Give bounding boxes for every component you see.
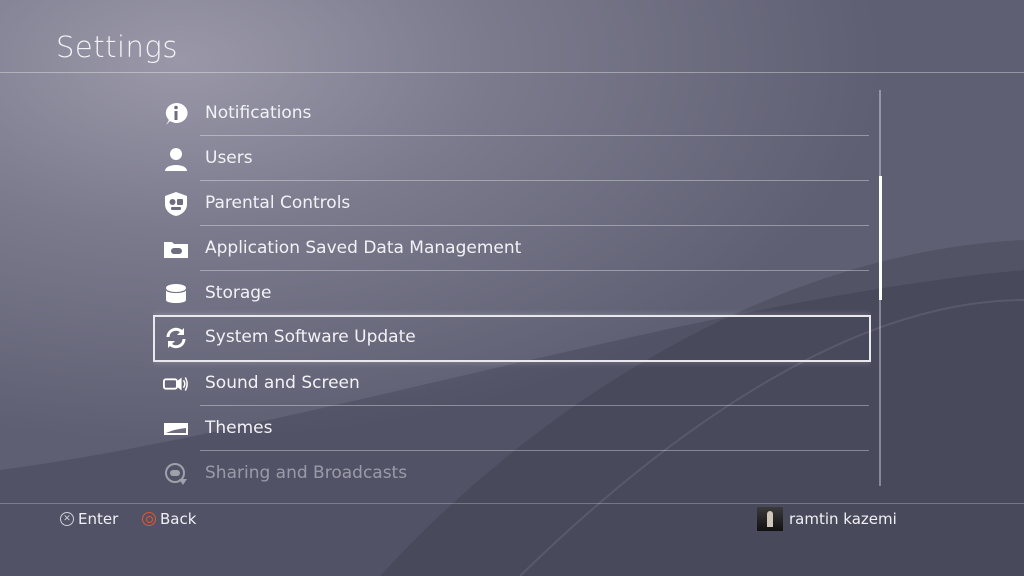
sound-screen-icon — [163, 371, 189, 397]
menu-item-saved-data[interactable]: Application Saved Data Management — [153, 226, 871, 271]
circle-button-icon — [142, 512, 156, 526]
menu-item-storage[interactable]: Storage — [153, 271, 871, 316]
back-label: Back — [160, 510, 197, 528]
back-button-hint[interactable]: Back — [142, 510, 196, 528]
enter-label: Enter — [78, 510, 119, 528]
avatar — [757, 507, 783, 531]
storage-cylinder-icon — [163, 281, 189, 307]
menu-item-sound-and-screen[interactable]: Sound and Screen — [153, 361, 871, 406]
scrollbar-thumb[interactable] — [879, 176, 882, 300]
footer-divider — [0, 503, 1024, 504]
menu-item-label: Application Saved Data Management — [205, 238, 522, 258]
sharing-icon — [163, 461, 189, 486]
info-bubble-icon — [163, 101, 189, 127]
menu-item-parental-controls[interactable]: Parental Controls — [153, 181, 871, 226]
user-icon — [163, 146, 189, 172]
saved-data-folder-icon — [163, 236, 189, 262]
menu-item-label: Sound and Screen — [205, 373, 360, 393]
menu-item-label: System Software Update — [205, 327, 416, 347]
menu-item-label: Sharing and Broadcasts — [205, 463, 408, 483]
header-divider — [0, 72, 1024, 73]
menu-item-label: Storage — [205, 283, 272, 303]
themes-icon — [163, 416, 189, 442]
parental-shield-icon — [163, 191, 189, 217]
menu-item-themes[interactable]: Themes — [153, 406, 871, 451]
menu-item-system-software-update[interactable]: System Software Update — [153, 315, 871, 362]
user-profile[interactable]: ramtin kazemi — [757, 507, 897, 531]
settings-menu: Notifications Users Parental Controls Ap… — [153, 91, 871, 486]
menu-item-label: Themes — [205, 418, 273, 438]
menu-item-sharing-and-broadcasts[interactable]: Sharing and Broadcasts — [153, 451, 871, 486]
menu-item-label: Parental Controls — [205, 193, 351, 213]
menu-item-label: Users — [205, 148, 253, 168]
enter-button-hint[interactable]: ✕ Enter — [60, 510, 118, 528]
menu-item-users[interactable]: Users — [153, 136, 871, 181]
page-title: Settings — [56, 30, 178, 64]
menu-item-label: Notifications — [205, 103, 312, 123]
menu-item-notifications[interactable]: Notifications — [153, 91, 871, 136]
user-name: ramtin kazemi — [789, 510, 897, 528]
cross-button-icon: ✕ — [60, 512, 74, 526]
update-arrows-icon — [163, 325, 189, 351]
